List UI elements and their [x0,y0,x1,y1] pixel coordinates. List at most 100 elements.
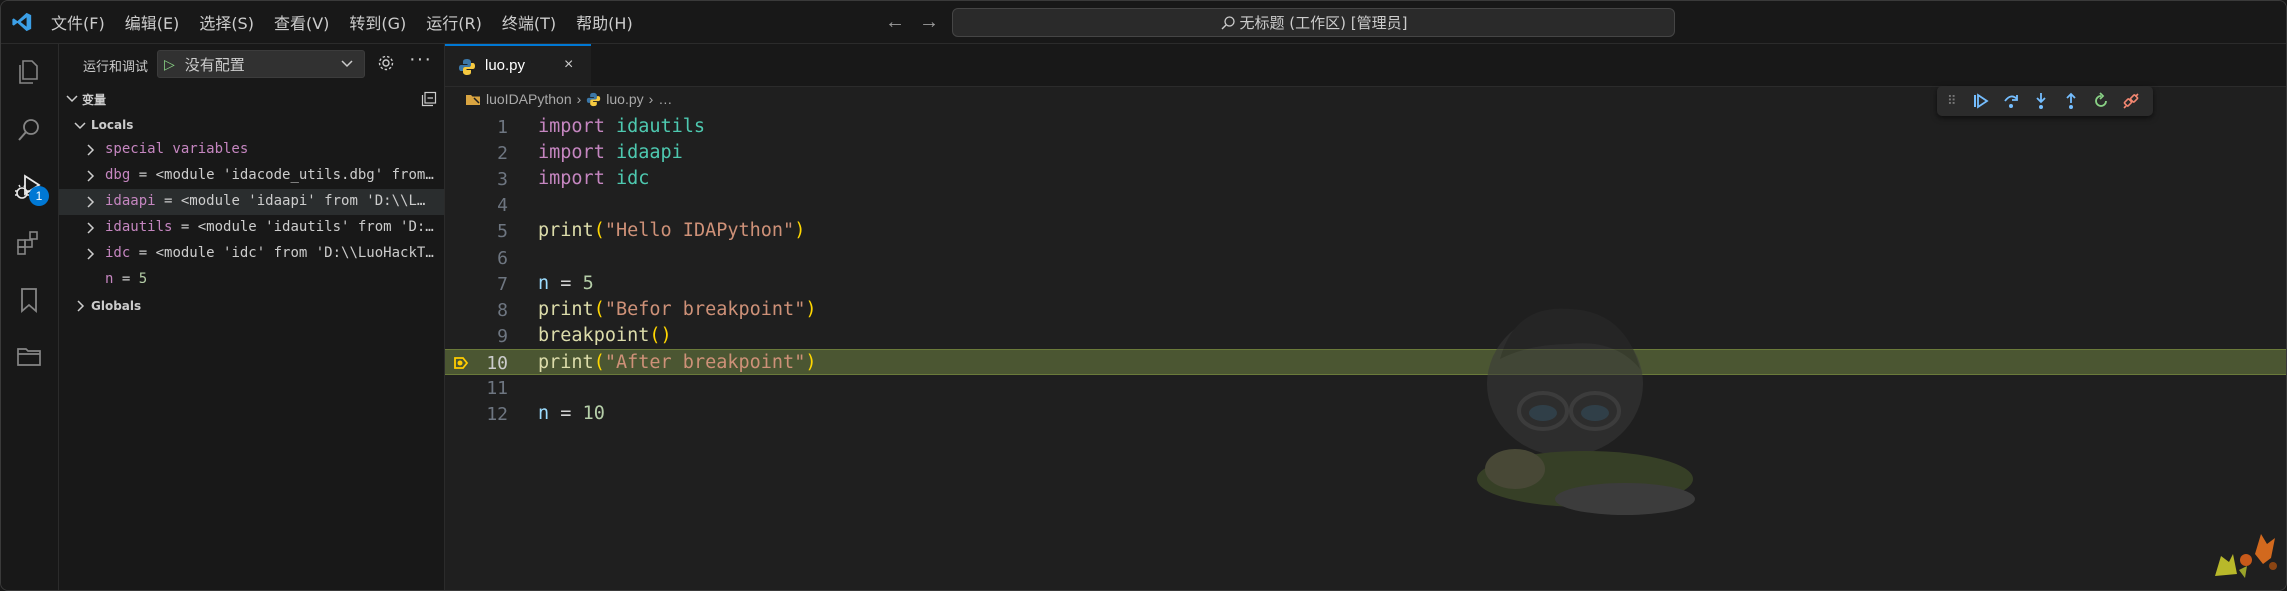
vscode-logo-icon [12,12,32,32]
code-token: ) [805,298,817,320]
code-editor[interactable]: 1 import idautils 2 import idaapi 3 import id… [445,111,2286,590]
python-file-icon [587,92,601,106]
variable-row[interactable]: special variables [59,137,444,163]
line-number: 4 [497,195,508,217]
folder-icon [466,95,480,105]
code-token: ( [593,351,605,373]
code-line[interactable]: 7 n = 5 [445,271,2286,297]
code-token: = [549,403,583,425]
line-number: 7 [497,273,508,295]
variable-name: special variables [105,141,249,157]
code-token: () [649,324,672,346]
activity-bar: 1 [1,44,59,590]
menu-item[interactable]: 转到(G) [349,10,406,34]
code-line[interactable]: 5 print("Hello IDAPython") [445,218,2286,244]
menu-item[interactable]: 查看(V) [274,10,329,34]
menu-item[interactable]: 终端(T) [502,10,556,34]
tab-luo-py[interactable]: luo.py × [445,44,591,86]
code-line[interactable]: 1 import idautils [445,114,2286,140]
code-token: print [538,298,594,320]
chevron-down-icon [74,122,86,130]
code-token: idc [615,168,650,190]
folder-icon[interactable] [14,341,44,371]
variable-value: <module 'idacode_utils.dbg' from… [155,167,434,183]
code-line[interactable]: 6 [445,245,2286,271]
code-line[interactable]: 2 import idaapi [445,140,2286,166]
launch-config-dropdown[interactable]: ▷ 没有配置 [157,50,365,78]
back-arrow-icon[interactable]: ← [885,11,905,34]
line-number: 3 [497,169,508,191]
step-into-icon[interactable] [2026,86,2056,116]
code-line[interactable]: 8 print("Befor breakpoint") [445,297,2286,323]
code-token: import [538,116,605,137]
code-line[interactable]: 3 import idc [445,166,2286,192]
code-token: breakpoint [538,324,650,346]
drag-handle-icon[interactable]: ⠿ [1947,93,1956,109]
code-token: idaapi [615,142,683,164]
menu-item[interactable]: 文件(F) [51,10,105,34]
variable-row[interactable]: idautils = <module 'idautils' from 'D:… [59,215,444,241]
step-out-icon[interactable] [2056,86,2086,116]
code-text: n = 5 [538,273,594,294]
restart-icon[interactable] [2086,86,2116,116]
config-label: 没有配置 [184,55,245,74]
menu-item[interactable]: 选择(S) [199,10,254,34]
breakpoint-current-arrow-icon[interactable] [453,355,469,371]
more-actions-icon[interactable]: ··· [409,48,432,71]
forward-arrow-icon[interactable]: → [919,11,939,34]
code-line-current[interactable]: 10 print("After breakpoint") [445,348,2286,375]
command-center-search[interactable]: 无标题 (工作区) [管理员] [952,8,1675,37]
code-line[interactable]: 11 [445,375,2286,401]
code-token: = [549,272,583,294]
search-icon[interactable] [14,115,44,145]
menu-item[interactable]: 运行(R) [426,10,482,34]
run-debug-sidebar: 运行和调试 ▷ 没有配置 ··· 变量 Locals special varia… [59,44,445,590]
explorer-icon[interactable] [14,57,44,87]
close-icon[interactable]: × [564,56,573,74]
line-number: 2 [497,143,508,165]
code-text: print("Hello IDAPython") [538,220,805,241]
variable-name: dbg [105,167,131,183]
breadcrumb-more[interactable]: … [658,91,672,107]
disconnect-icon[interactable] [2116,86,2146,116]
chevron-down-icon [66,95,78,103]
extensions-icon[interactable] [14,228,44,258]
continue-icon[interactable] [1966,86,1996,116]
menu-item[interactable]: 编辑(E) [125,10,180,34]
code-line[interactable]: 4 [445,192,2286,218]
chevron-right-icon: › [576,91,582,107]
code-token: "After breakpoint" [604,351,806,373]
locals-scope[interactable]: Locals [59,112,444,138]
code-line[interactable]: 12 n = 10 [445,401,2286,427]
locals-label: Locals [91,118,134,132]
line-number: 5 [497,221,508,243]
variable-row-selected[interactable]: idaapi = <module 'idaapi' from 'D:\\L… [59,189,444,215]
code-line[interactable]: 9 breakpoint() [445,323,2286,349]
menu-item[interactable]: 帮助(H) [576,10,633,34]
debug-toolbar: ⠿ [1937,86,2153,116]
bookmark-icon[interactable] [14,285,44,315]
chevron-right-icon: › [648,91,654,107]
python-file-icon [459,59,475,75]
breadcrumb-folder-label: luoIDAPython [486,91,572,107]
variable-value: <module 'idc' from 'D:\\LuoHackT… [155,245,434,261]
code-text: import idautils [538,116,705,137]
code-token: idautils [615,116,706,137]
variables-section-header[interactable]: 变量 [59,86,444,112]
globals-label: Globals [91,299,142,313]
variable-equals: = [130,245,156,261]
collapse-all-icon[interactable] [421,91,437,107]
sidebar-header: 运行和调试 ▷ 没有配置 ··· [59,44,444,86]
globals-scope[interactable]: Globals [59,293,444,319]
breadcrumb-file[interactable]: luo.py [586,91,644,107]
chevron-right-icon [87,196,95,208]
start-debugging-icon[interactable]: ▷ [164,56,175,73]
variable-row[interactable]: idc = <module 'idc' from 'D:\\LuoHackT… [59,241,444,267]
variable-row[interactable]: n = 5 [59,267,444,293]
gear-icon[interactable] [377,54,395,72]
code-text: import idc [538,168,649,189]
variable-row[interactable]: dbg = <module 'idacode_utils.dbg' from… [59,163,444,189]
breadcrumb-folder[interactable]: luoIDAPython [465,91,572,107]
step-over-icon[interactable] [1996,86,2026,116]
